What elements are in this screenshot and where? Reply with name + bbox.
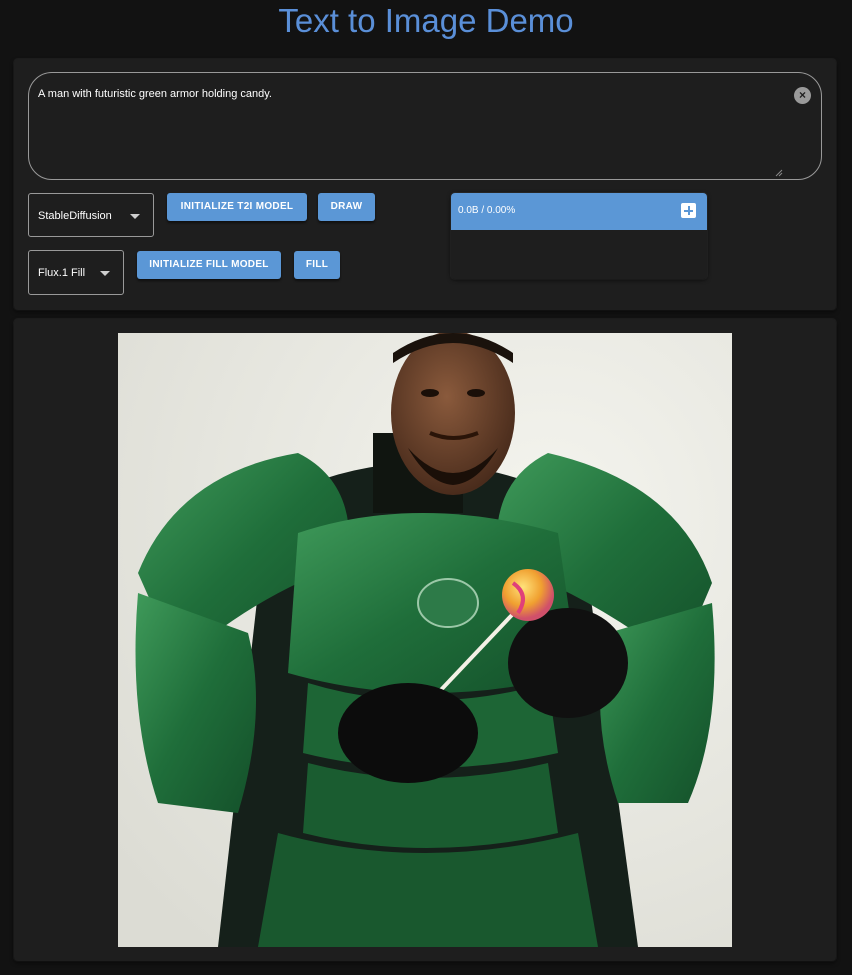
plus-icon[interactable] bbox=[681, 203, 696, 218]
progress-header: 0.0B / 0.00% bbox=[451, 193, 707, 230]
controls-panel: A man with futuristic green armor holdin… bbox=[14, 59, 836, 310]
generated-image bbox=[118, 333, 732, 947]
t2i-model-select[interactable]: StableDiffusion bbox=[28, 193, 154, 237]
t2i-model-select-value: StableDiffusion bbox=[38, 210, 112, 222]
prompt-text[interactable]: A man with futuristic green armor holdin… bbox=[38, 88, 272, 100]
initialize-t2i-model-button[interactable]: INITIALIZE T2I MODEL bbox=[167, 193, 307, 221]
generated-image-illustration bbox=[118, 333, 732, 947]
fill-button[interactable]: FILL bbox=[294, 251, 340, 279]
fill-model-select[interactable]: Flux.1 Fill bbox=[28, 250, 124, 295]
resize-grip-icon[interactable] bbox=[775, 169, 783, 177]
fill-model-select-value: Flux.1 Fill bbox=[38, 267, 86, 279]
progress-text: 0.0B / 0.00% bbox=[458, 205, 516, 216]
initialize-fill-model-button[interactable]: INITIALIZE FILL MODEL bbox=[137, 251, 281, 279]
draw-button[interactable]: DRAW bbox=[318, 193, 375, 221]
chevron-down-icon bbox=[100, 271, 110, 276]
output-panel bbox=[14, 319, 836, 961]
prompt-textarea[interactable]: A man with futuristic green armor holdin… bbox=[28, 72, 822, 180]
chevron-down-icon bbox=[130, 214, 140, 219]
progress-card: 0.0B / 0.00% bbox=[451, 193, 707, 279]
page-title: Text to Image Demo bbox=[278, 2, 574, 39]
clear-icon[interactable]: × bbox=[794, 87, 811, 104]
